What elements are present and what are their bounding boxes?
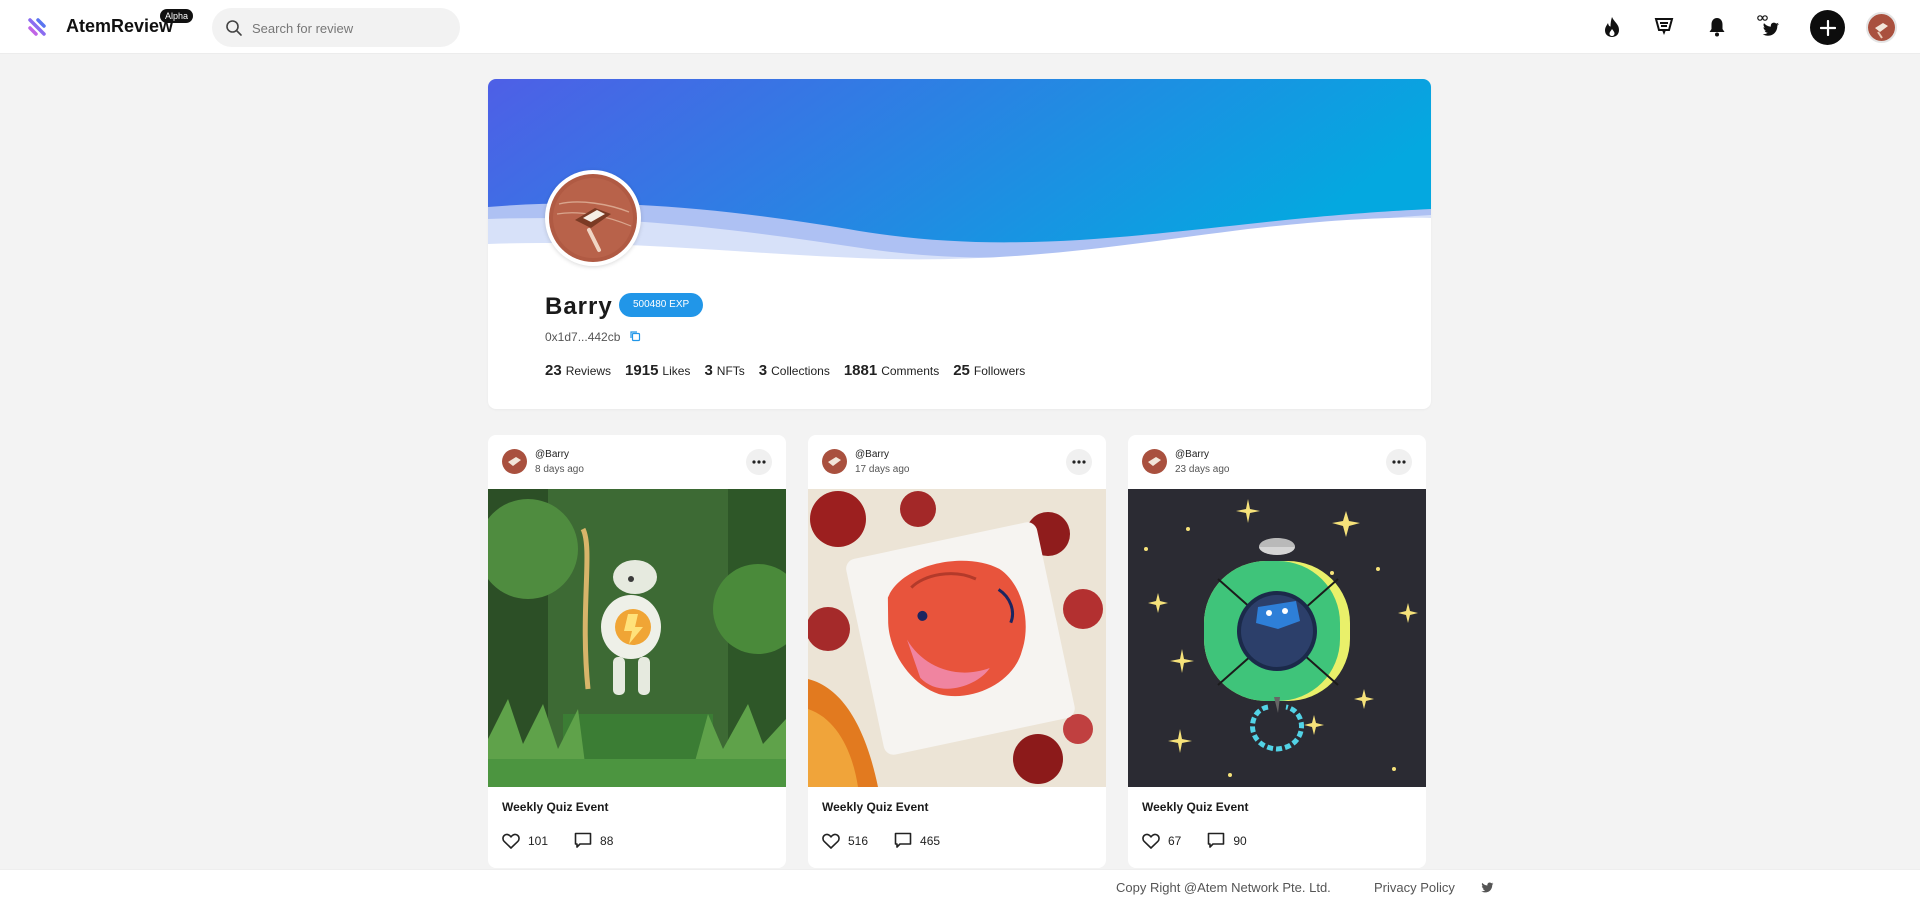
heart-icon (1142, 833, 1160, 849)
plus-icon (1819, 19, 1836, 36)
profile-avatar[interactable] (545, 170, 641, 266)
like-count: 516 (848, 833, 869, 848)
like-button[interactable]: 101 (502, 833, 548, 849)
card-timestamp: 8 days ago (535, 464, 584, 475)
wallet-address: 0x1d7...442cb (545, 330, 621, 344)
brand-name[interactable]: AtemReview (66, 16, 173, 37)
comment-button[interactable]: 88 (574, 832, 613, 849)
like-count: 67 (1168, 833, 1182, 848)
card-timestamp: 17 days ago (855, 464, 910, 475)
search-icon (226, 20, 242, 36)
card-actions: 516 465 (822, 832, 966, 849)
stat-collections[interactable]: 3 Collections (759, 362, 830, 379)
review-image[interactable] (488, 489, 786, 787)
comment-button[interactable]: 465 (894, 832, 940, 849)
review-image[interactable] (1128, 489, 1426, 787)
privacy-policy-link[interactable]: Privacy Policy (1374, 880, 1455, 895)
alpha-badge: Alpha (160, 9, 194, 23)
user-avatar-button[interactable] (1866, 12, 1897, 43)
card-actions: 67 90 (1142, 832, 1273, 849)
trending-flame-button[interactable] (1599, 14, 1625, 40)
stat-likes[interactable]: 1915 Likes (625, 362, 690, 379)
like-button[interactable]: 67 (1142, 833, 1181, 849)
twitter-link-icon (1757, 15, 1779, 36)
like-button[interactable]: 516 (822, 833, 868, 849)
card-author-avatar[interactable] (1142, 449, 1167, 474)
more-options-button[interactable] (1386, 449, 1412, 475)
heart-icon (502, 833, 520, 849)
review-card[interactable]: @Barry 23 days ago Weekly Quiz Event 67 … (1128, 435, 1426, 868)
card-author-name[interactable]: @Barry (855, 449, 889, 460)
top-navigation-bar: AtemReview Alpha (0, 0, 1920, 54)
copyright-text: Copy Right @Atem Network Pte. Ltd. (1116, 880, 1331, 895)
leaderboard-button[interactable] (1651, 14, 1677, 40)
review-card[interactable]: @Barry 17 days ago Weekly Quiz Event 516… (808, 435, 1106, 868)
exp-badge: 500480 EXP (619, 293, 704, 317)
comment-icon (894, 832, 912, 848)
card-timestamp: 23 days ago (1175, 464, 1230, 475)
review-card[interactable]: @Barry 8 days ago Weekly Quiz Event 101 … (488, 435, 786, 868)
card-title[interactable]: Weekly Quiz Event (502, 800, 608, 814)
comment-icon (574, 832, 592, 848)
stat-nfts[interactable]: 3 NFTs (704, 362, 744, 379)
more-icon (752, 460, 766, 464)
atem-logo-icon[interactable] (26, 16, 48, 38)
comment-count: 465 (920, 833, 941, 848)
footer: Copy Right @Atem Network Pte. Ltd. Priva… (0, 869, 1920, 904)
trophy-icon (1654, 18, 1674, 35)
stat-followers[interactable]: 25 Followers (953, 362, 1025, 379)
profile-avatar-image (549, 174, 637, 262)
card-title[interactable]: Weekly Quiz Event (1142, 800, 1248, 814)
stat-comments[interactable]: 1881 Comments (844, 362, 939, 379)
avatar (1868, 14, 1895, 41)
bell-icon (1709, 18, 1725, 37)
card-author-name[interactable]: @Barry (1175, 449, 1209, 460)
more-icon (1072, 460, 1086, 464)
heart-icon (822, 833, 840, 849)
notifications-button[interactable] (1704, 14, 1730, 40)
profile-card: Barry 500480 EXP 0x1d7...442cb 23 Reviews… (488, 79, 1431, 409)
search-box[interactable] (212, 8, 460, 47)
comment-count: 88 (600, 833, 614, 848)
create-review-button[interactable] (1810, 10, 1845, 45)
comment-icon (1208, 832, 1225, 848)
copy-icon[interactable] (629, 330, 641, 342)
profile-stats: 23 Reviews 1915 Likes 3 NFTs 3 Collections 1… (545, 362, 1025, 379)
card-title[interactable]: Weekly Quiz Event (822, 800, 928, 814)
comment-button[interactable]: 90 (1207, 832, 1247, 849)
twitter-link-button[interactable] (1756, 14, 1782, 40)
more-options-button[interactable] (1066, 449, 1092, 475)
profile-name: Barry (545, 293, 613, 320)
comment-count: 90 (1233, 833, 1247, 848)
more-options-button[interactable] (746, 449, 772, 475)
card-actions: 101 88 (502, 832, 639, 849)
twitter-icon[interactable] (1480, 881, 1494, 895)
card-author-avatar[interactable] (502, 449, 527, 474)
flame-icon (1605, 17, 1619, 37)
stat-reviews[interactable]: 23 Reviews (545, 362, 611, 379)
card-author-avatar[interactable] (822, 449, 847, 474)
more-icon (1392, 460, 1406, 464)
review-image[interactable] (808, 489, 1106, 787)
card-author-name[interactable]: @Barry (535, 449, 569, 460)
search-input[interactable] (252, 17, 452, 39)
like-count: 101 (528, 833, 549, 848)
